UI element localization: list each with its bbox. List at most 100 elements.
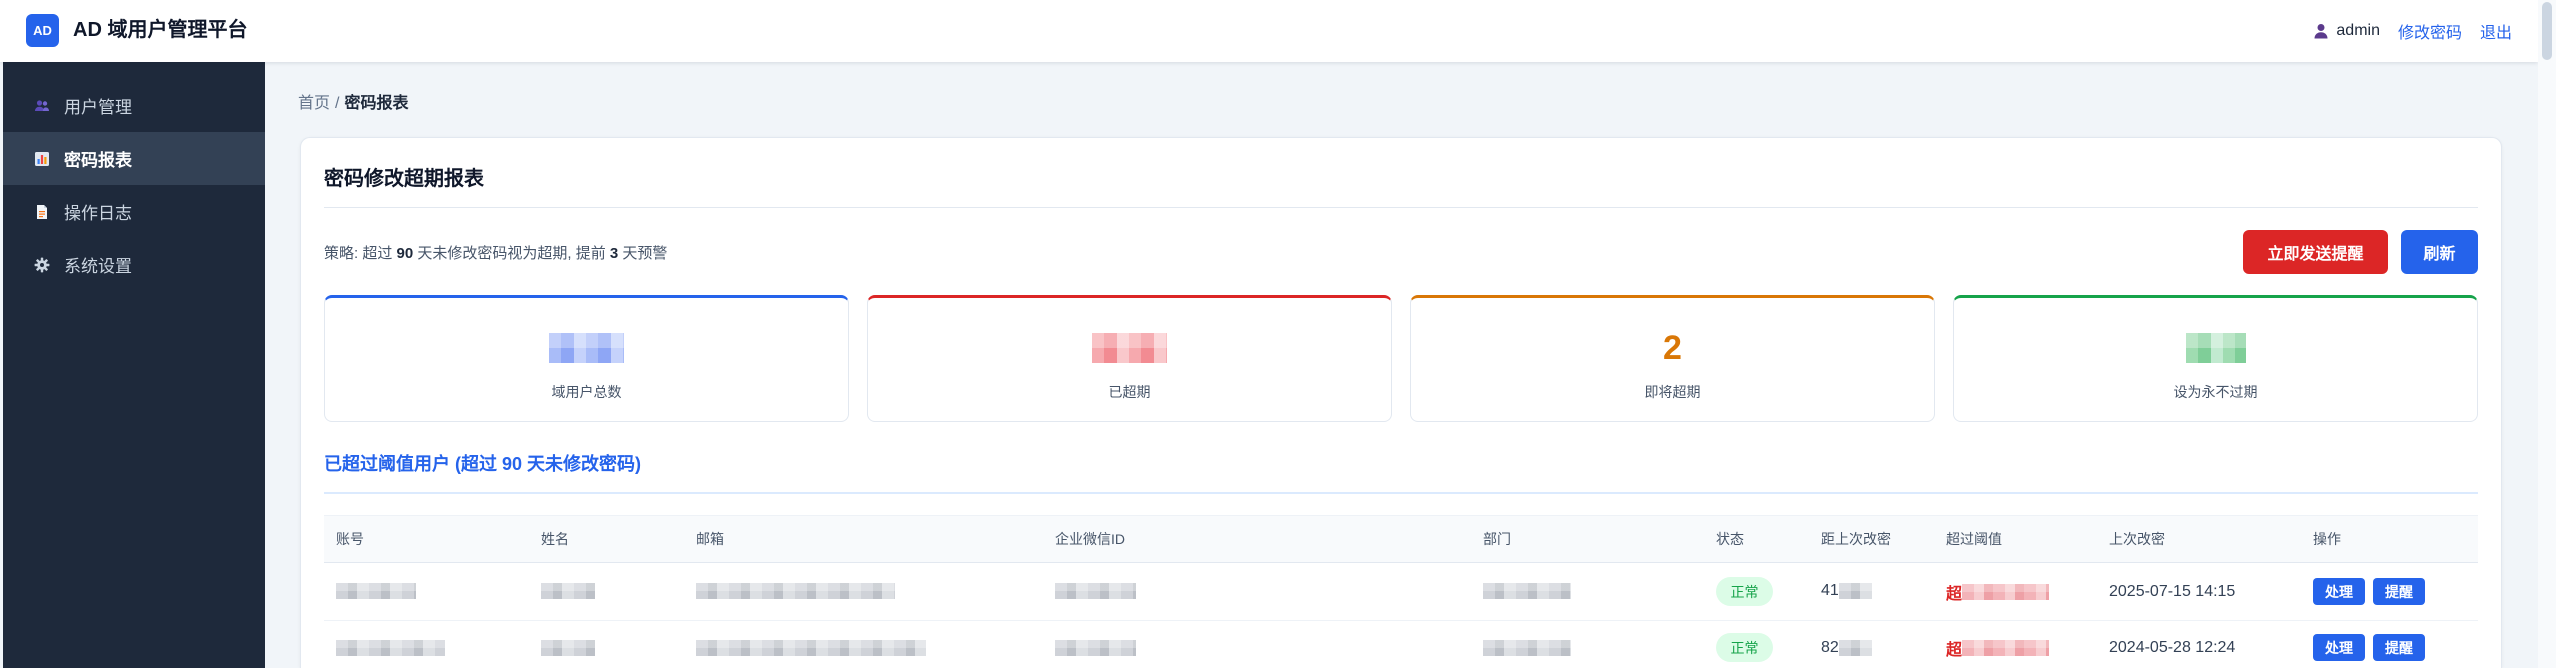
cell-wechat-id	[1043, 562, 1471, 621]
chart-icon	[33, 150, 50, 167]
redacted-value	[1055, 639, 1136, 656]
send-reminder-button[interactable]: 立即发送提醒	[2243, 230, 2388, 274]
logout-link[interactable]: 退出	[2480, 19, 2512, 43]
breadcrumb-separator: /	[335, 95, 340, 112]
document-icon	[33, 203, 50, 220]
column-header[interactable]: 距上次改密	[1809, 515, 1934, 563]
redacted-value	[696, 639, 926, 656]
column-header[interactable]: 姓名	[529, 515, 684, 563]
table-row: 正常 41 超 2025-07-15 14:15 处理 提醒	[324, 562, 2478, 621]
cell-over-threshold: 超	[1934, 562, 2097, 621]
page-scrollbar[interactable]	[2538, 0, 2556, 668]
username: admin	[2336, 22, 2380, 39]
redacted-value	[541, 583, 595, 600]
cell-days-since-change: 41	[1809, 562, 1934, 621]
policy-expire-days: 90	[396, 245, 414, 262]
days-since-change: 82	[1821, 638, 1839, 656]
column-header[interactable]: 企业微信ID	[1043, 515, 1471, 563]
over-threshold: 超	[1946, 641, 1963, 659]
title-divider	[324, 207, 2478, 208]
remind-button[interactable]: 提醒	[2373, 634, 2425, 662]
cell-last-changed: 2024-05-28 12:24	[2109, 638, 2236, 656]
breadcrumb-home[interactable]: 首页	[298, 95, 330, 112]
column-header[interactable]: 账号	[324, 515, 529, 563]
redacted-value	[336, 583, 416, 600]
column-header[interactable]: 上次改密	[2097, 515, 2301, 563]
policy-prefix: 策略: 超过	[324, 245, 397, 262]
stat-value: 2	[1663, 329, 1682, 367]
cell-last-changed: 2025-07-15 14:15	[2097, 562, 2301, 621]
redacted-value	[1962, 639, 2050, 656]
table-header-row: 账号 姓名 邮箱 企业微信ID 部门 状态 距上次改密 超过阈值 上次改密 操作	[324, 515, 2478, 563]
stats-row: 域用户总数 已超期 2 即将超期 设为永不过期	[324, 295, 2478, 422]
breadcrumb: 首页 / 密码报表	[298, 94, 408, 114]
stat-card-total-users: 域用户总数	[324, 295, 849, 422]
cell-actions: 处理 提醒	[2301, 621, 2478, 666]
table-row: 正常 82 超 2024-05-28 12:24 处理 提醒	[324, 621, 2478, 666]
stat-label: 设为永不过期	[2173, 384, 2258, 400]
remind-button[interactable]: 提醒	[2373, 578, 2425, 605]
days-since-change: 41	[1821, 582, 1839, 600]
change-password-link[interactable]: 修改密码	[2398, 19, 2462, 43]
sidebar-item-label: 操作日志	[64, 204, 132, 223]
cell-account	[324, 562, 529, 621]
cell-department	[1471, 621, 1704, 666]
cell-name	[529, 621, 684, 666]
status-badge: 正常	[1716, 577, 1773, 606]
redacted-value	[1838, 639, 1872, 656]
redacted-value	[336, 639, 445, 656]
report-card: 密码修改超期报表 策略: 超过 90 天未修改密码视为超期, 提前 3 天预警 …	[300, 137, 2502, 668]
scrollbar-thumb[interactable]	[2542, 2, 2552, 60]
redacted-value	[1838, 583, 1872, 600]
page-title: 密码修改超期报表	[324, 168, 484, 190]
stat-card-expiring-soon: 2 即将超期	[1410, 295, 1935, 422]
breadcrumb-current: 密码报表	[344, 95, 409, 112]
stat-value	[325, 330, 848, 366]
refresh-button[interactable]: 刷新	[2401, 230, 2478, 274]
sidebar-item-settings[interactable]: 系统设置	[3, 238, 265, 291]
cell-days-since-change: 82	[1809, 621, 1934, 666]
cell-status: 正常	[1704, 562, 1809, 621]
sidebar-item-label: 用户管理	[64, 98, 132, 117]
stat-value	[1954, 330, 2477, 366]
redacted-value	[541, 639, 595, 656]
stat-label: 即将超期	[1644, 384, 1701, 400]
column-header[interactable]: 状态	[1704, 515, 1809, 563]
redacted-value	[1055, 583, 1136, 600]
process-button[interactable]: 处理	[2313, 634, 2365, 662]
cell-name	[529, 562, 684, 621]
redacted-value	[1483, 583, 1571, 600]
policy-suffix: 天预警	[618, 245, 668, 262]
sidebar-item-operation-log[interactable]: 操作日志	[3, 185, 265, 238]
app-title: AD 域用户管理平台	[73, 19, 248, 41]
sidebar-item-password-report[interactable]: 密码报表	[3, 132, 265, 185]
column-header[interactable]: 超过阈值	[1934, 515, 2097, 563]
users-icon	[33, 97, 50, 114]
redacted-value	[1962, 583, 2050, 600]
column-header: 操作	[2301, 515, 2478, 563]
stat-card-never-expire: 设为永不过期	[1953, 295, 2478, 422]
over-threshold: 超	[1946, 585, 1963, 603]
sidebar-item-users[interactable]: 用户管理	[3, 79, 265, 132]
policy-warn-days: 3	[609, 245, 619, 262]
gear-icon	[33, 256, 50, 273]
cell-over-threshold: 超	[1934, 621, 2097, 666]
section-title: 已超过阈值用户 (超过 90 天未修改密码)	[324, 454, 642, 474]
column-header[interactable]: 邮箱	[684, 515, 1043, 563]
cell-email	[684, 562, 1043, 621]
user-menu: admin 修改密码 退出	[2313, 19, 2512, 43]
cell-actions: 处理 提醒	[2301, 562, 2478, 621]
user-icon	[2313, 23, 2329, 39]
stat-label: 已超期	[1108, 384, 1151, 400]
column-header[interactable]: 部门	[1471, 515, 1704, 563]
app-logo[interactable]: AD	[26, 14, 59, 47]
sidebar-item-label: 系统设置	[64, 257, 132, 276]
redacted-value	[696, 583, 895, 600]
policy-text: 策略: 超过 90 天未修改密码视为超期, 提前 3 天预警	[324, 244, 667, 264]
cell-account	[324, 621, 529, 666]
redacted-value	[549, 333, 624, 363]
stat-label: 域用户总数	[551, 384, 622, 400]
sidebar: 用户管理 密码报表 操作日志 系统设置	[3, 62, 265, 668]
process-button[interactable]: 处理	[2313, 578, 2365, 605]
stat-value	[868, 330, 1391, 366]
